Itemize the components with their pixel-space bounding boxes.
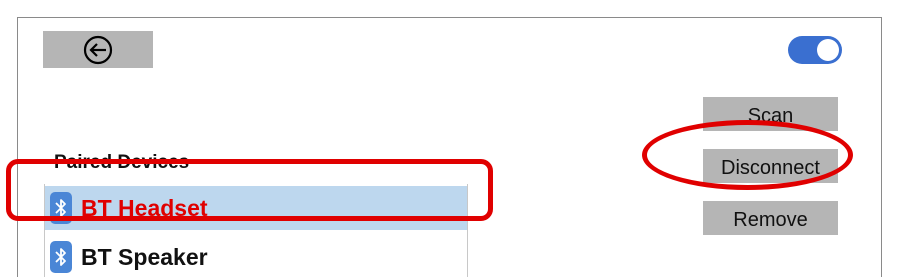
toggle-knob [817, 39, 839, 61]
device-label: BT Speaker [81, 243, 208, 270]
bluetooth-toggle[interactable] [788, 36, 842, 64]
device-item-bt-speaker[interactable]: BT Speaker [45, 235, 467, 277]
back-arrow-icon [83, 35, 113, 64]
disconnect-highlight [642, 120, 853, 190]
back-button[interactable] [43, 31, 153, 68]
remove-button[interactable]: Remove [703, 201, 838, 235]
selected-device-highlight [6, 159, 493, 221]
bluetooth-icon [50, 241, 72, 273]
